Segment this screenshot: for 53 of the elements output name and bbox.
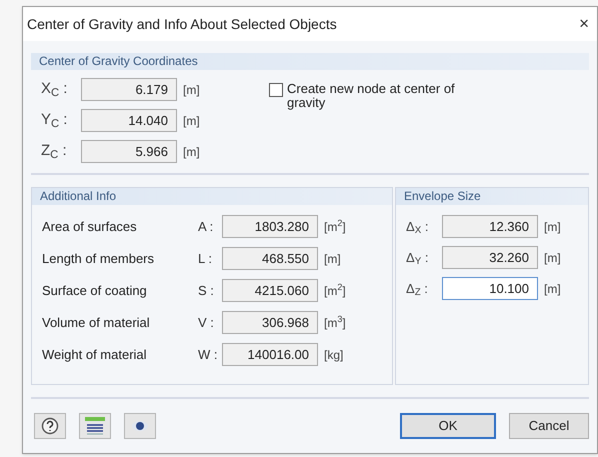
coordinate-label: Z$_{C}$ :: [41, 141, 68, 163]
delta-label: Δ$_{Z}$ :: [406, 280, 429, 298]
window-title: Center of Gravity and Info About Selected Objects: [27, 14, 337, 34]
delta-label: Δ$_{X}$ :: [406, 218, 430, 236]
value-field[interactable]: 4215.060: [222, 279, 318, 302]
unit-label: [m]: [544, 218, 561, 236]
coordinate-label: X$_{C}$ :: [41, 79, 68, 101]
unit-label: [m$^{2}$]: [324, 218, 346, 236]
symbol-label: S :: [198, 282, 215, 300]
unit-label: [m]: [324, 250, 341, 268]
checkbox[interactable]: [269, 83, 283, 97]
symbol-label: L :: [198, 250, 213, 268]
dialog-button[interactable]: OK: [400, 413, 496, 439]
help-button[interactable]: [34, 413, 66, 439]
symbol-label: W :: [198, 346, 218, 364]
unit-label: [m]: [544, 280, 561, 298]
unit-label: [m$^{3}$]: [324, 314, 346, 332]
symbol-label: V :: [198, 314, 215, 332]
group-header: Additional Info: [32, 188, 392, 205]
property-label: Surface of coating: [42, 282, 148, 300]
decimal-places-icon: [84, 416, 106, 436]
coordinate-label: Y$_{C}$ :: [41, 110, 68, 132]
symbol-label: A :: [198, 218, 214, 236]
close-button[interactable]: ×: [575, 11, 593, 37]
value-field[interactable]: 6.179: [81, 78, 177, 101]
value-field[interactable]: 12.360: [442, 215, 538, 238]
value-field[interactable]: 140016.00: [222, 343, 318, 366]
property-label: Volume of material: [42, 314, 151, 332]
group-header: Envelope Size: [396, 188, 588, 205]
value-field[interactable]: 10.100: [442, 277, 538, 300]
unit-label: [kg]: [324, 346, 344, 364]
dialog-button[interactable]: Cancel: [509, 413, 589, 439]
value-field[interactable]: 306.968: [222, 311, 318, 334]
value-field[interactable]: 5.966: [81, 140, 177, 163]
value-field[interactable]: 32.260: [442, 246, 538, 269]
view-button[interactable]: [124, 413, 156, 439]
unit-label: [m]: [183, 82, 200, 98]
property-label: Weight of material: [42, 346, 148, 364]
unit-label: [m]: [183, 144, 200, 160]
decimal-places-button[interactable]: [79, 413, 111, 439]
group-header: Center of Gravity Coordinates: [31, 53, 589, 70]
value-field[interactable]: 468.550: [222, 247, 318, 270]
help-icon: [41, 417, 59, 435]
property-label: Area of surfaces: [42, 218, 138, 236]
property-label: Length of members: [42, 250, 156, 268]
value-field[interactable]: 14.040: [81, 109, 177, 132]
eye-icon: [131, 420, 149, 432]
delta-label: Δ$_{Y}$ :: [406, 248, 430, 268]
unit-label: [m$^{2}$]: [324, 282, 346, 300]
unit-label: [m]: [183, 112, 200, 130]
unit-label: [m]: [544, 250, 561, 266]
checkbox-label: Create new node at center of gravity: [287, 82, 456, 110]
value-field[interactable]: 1803.280: [222, 215, 318, 238]
